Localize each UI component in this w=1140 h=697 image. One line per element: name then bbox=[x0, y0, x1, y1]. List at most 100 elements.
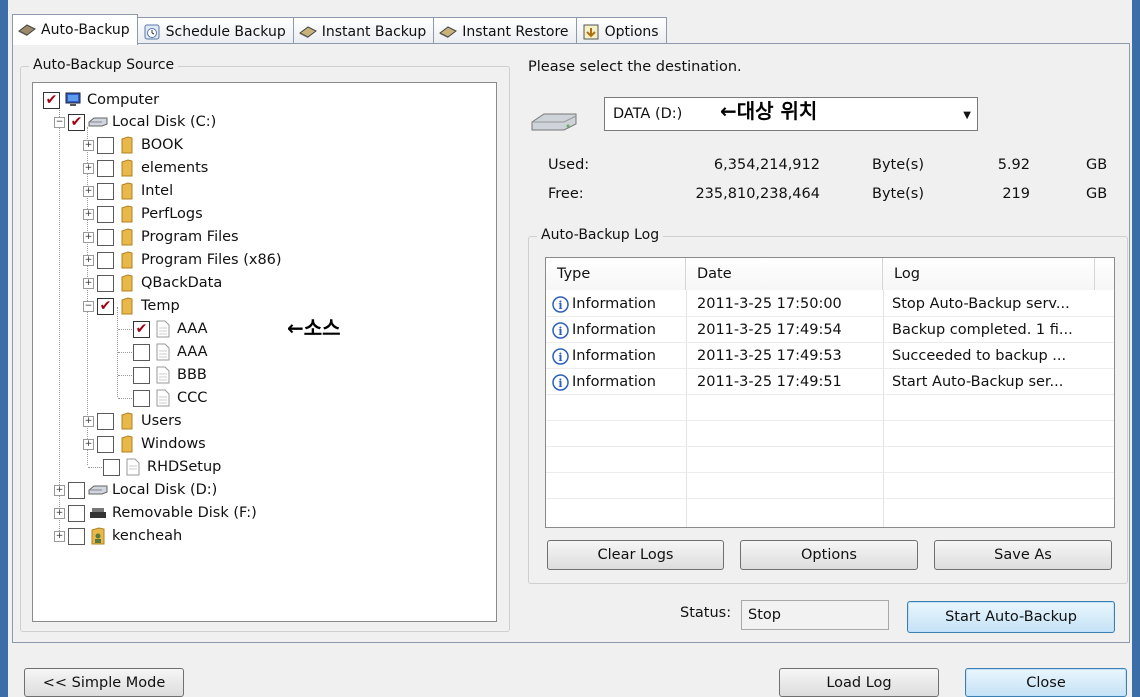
tree-node-folder[interactable]: + PerfLogs bbox=[83, 203, 203, 225]
used-unit: Byte(s) bbox=[872, 157, 925, 173]
checkbox[interactable] bbox=[68, 504, 85, 522]
checkbox[interactable] bbox=[97, 251, 114, 269]
expand-icon[interactable]: + bbox=[83, 185, 94, 197]
tab-auto-backup[interactable]: Auto-Backup bbox=[12, 14, 138, 45]
log-message: Start Auto-Backup ser... bbox=[892, 374, 1064, 390]
tree-node-folder[interactable]: + Program Files (x86) bbox=[83, 249, 282, 271]
tree-node-file[interactable]: AAA bbox=[133, 341, 208, 363]
information-icon: i bbox=[552, 295, 569, 313]
tree-node-file[interactable]: CCC bbox=[133, 387, 207, 409]
checkbox[interactable] bbox=[97, 435, 114, 453]
source-tree[interactable]: ✔ Computer − ✔ Local Disk (C:) + BOOK + bbox=[32, 82, 497, 622]
log-message: Succeeded to backup ... bbox=[892, 348, 1067, 364]
checkbox[interactable] bbox=[133, 366, 150, 384]
tree-label: Windows bbox=[141, 436, 206, 452]
tab-instant-restore[interactable]: Instant Restore bbox=[434, 17, 577, 45]
drive-icon bbox=[530, 106, 580, 136]
options-icon bbox=[582, 24, 600, 40]
expand-icon[interactable]: + bbox=[83, 162, 94, 174]
tree-node-folder-temp[interactable]: − ✔ Temp bbox=[83, 295, 180, 317]
tree-node-folder[interactable]: + Program Files bbox=[83, 226, 239, 248]
checkbox-checked[interactable]: ✔ bbox=[43, 91, 60, 109]
log-row[interactable]: i Information 2011-3-25 17:49:51 Start A… bbox=[546, 369, 1114, 395]
tree-node-file[interactable]: RHDSetup bbox=[103, 456, 221, 478]
column-header-date[interactable]: Date bbox=[686, 258, 883, 290]
dropdown-arrow-icon[interactable]: ▼ bbox=[963, 110, 971, 121]
tree-line bbox=[59, 105, 60, 533]
checkbox[interactable] bbox=[97, 274, 114, 292]
clear-logs-button[interactable]: Clear Logs bbox=[547, 540, 724, 570]
folder-icon bbox=[117, 205, 137, 223]
checkbox[interactable] bbox=[103, 458, 120, 476]
log-options-button[interactable]: Options bbox=[740, 540, 918, 570]
checkbox[interactable] bbox=[68, 481, 85, 499]
collapse-icon[interactable]: − bbox=[83, 300, 94, 312]
checkbox[interactable] bbox=[133, 343, 150, 361]
column-header-label: Date bbox=[697, 266, 732, 282]
column-header-type[interactable]: Type bbox=[546, 258, 686, 290]
expand-icon[interactable]: + bbox=[54, 530, 65, 542]
expand-icon[interactable]: + bbox=[83, 231, 94, 243]
expand-icon[interactable]: + bbox=[54, 507, 65, 519]
column-header-label: Log bbox=[894, 266, 920, 282]
collapse-icon[interactable]: − bbox=[54, 116, 65, 128]
checkbox-checked[interactable]: ✔ bbox=[68, 113, 85, 131]
tab-instant-backup[interactable]: Instant Backup bbox=[293, 17, 435, 45]
expand-icon[interactable]: + bbox=[83, 139, 94, 151]
close-button[interactable]: Close bbox=[965, 668, 1127, 697]
checkbox-checked[interactable]: ✔ bbox=[133, 320, 150, 338]
expand-icon[interactable]: + bbox=[83, 254, 94, 266]
log-type-cell: i Information bbox=[546, 317, 686, 343]
checkbox[interactable] bbox=[68, 527, 85, 545]
expand-icon[interactable]: + bbox=[83, 208, 94, 220]
tree-node-removable-disk[interactable]: + Removable Disk (F:) bbox=[54, 502, 257, 524]
expand-icon[interactable]: + bbox=[83, 277, 94, 289]
start-auto-backup-button[interactable]: Start Auto-Backup bbox=[907, 601, 1115, 633]
expand-icon[interactable]: + bbox=[54, 484, 65, 496]
expand-icon[interactable]: + bbox=[83, 415, 94, 427]
checkbox[interactable] bbox=[97, 136, 114, 154]
simple-mode-button[interactable]: << Simple Mode bbox=[24, 668, 184, 697]
tree-node-file[interactable]: BBB bbox=[133, 364, 207, 386]
tab-label: Instant Restore bbox=[462, 23, 569, 40]
tree-node-folder[interactable]: + Windows bbox=[83, 433, 206, 455]
save-as-button[interactable]: Save As bbox=[934, 540, 1112, 570]
load-log-button[interactable]: Load Log bbox=[779, 668, 939, 697]
tree-label: Intel bbox=[141, 183, 174, 199]
used-size-unit: GB bbox=[1086, 157, 1108, 173]
tab-schedule-backup[interactable]: Schedule Backup bbox=[137, 17, 294, 45]
column-header-log[interactable]: Log bbox=[883, 258, 1095, 290]
log-date: 2011-3-25 17:49:54 bbox=[697, 322, 842, 338]
checkbox[interactable] bbox=[133, 389, 150, 407]
checkbox[interactable] bbox=[97, 228, 114, 246]
log-date: 2011-3-25 17:50:00 bbox=[697, 296, 842, 312]
log-row[interactable]: i Information 2011-3-25 17:49:53 Succeed… bbox=[546, 343, 1114, 369]
free-unit: Byte(s) bbox=[872, 186, 925, 202]
drive-icon bbox=[88, 481, 108, 499]
checkbox[interactable] bbox=[97, 412, 114, 430]
used-bytes: 6,354,214,912 bbox=[713, 157, 820, 173]
tree-node-folder[interactable]: + Intel bbox=[83, 180, 173, 202]
tree-node-computer[interactable]: ✔ Computer bbox=[43, 89, 159, 111]
checkbox-checked[interactable]: ✔ bbox=[97, 297, 114, 315]
tree-node-user[interactable]: + kencheah bbox=[54, 525, 182, 547]
tree-node-folder[interactable]: + QBackData bbox=[83, 272, 222, 294]
tree-label: AAA bbox=[177, 321, 208, 337]
checkbox[interactable] bbox=[97, 182, 114, 200]
tree-node-folder[interactable]: + elements bbox=[83, 157, 208, 179]
tree-node-file[interactable]: ✔ AAA bbox=[133, 318, 208, 340]
tree-node-folder[interactable]: + Users bbox=[83, 410, 182, 432]
log-list[interactable]: Type Date Log i Information 2011-3-25 17… bbox=[545, 257, 1115, 528]
checkbox[interactable] bbox=[97, 205, 114, 223]
status-label: Status: bbox=[680, 605, 732, 621]
log-row[interactable]: i Information 2011-3-25 17:49:54 Backup … bbox=[546, 317, 1114, 343]
folder-icon bbox=[117, 274, 137, 292]
log-row[interactable]: i Information 2011-3-25 17:50:00 Stop Au… bbox=[546, 291, 1114, 317]
tree-node-local-disk-c[interactable]: − ✔ Local Disk (C:) bbox=[54, 111, 216, 133]
tab-options[interactable]: Options bbox=[576, 17, 667, 45]
tree-line bbox=[118, 375, 132, 376]
tree-node-local-disk-d[interactable]: + Local Disk (D:) bbox=[54, 479, 217, 501]
checkbox[interactable] bbox=[97, 159, 114, 177]
tree-node-folder[interactable]: + BOOK bbox=[83, 134, 183, 156]
expand-icon[interactable]: + bbox=[83, 438, 94, 450]
